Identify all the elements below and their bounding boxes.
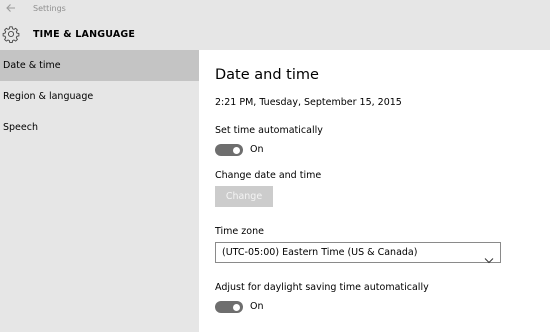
page-title: Date and time [215,67,319,83]
daylight-saving-label: Adjust for daylight saving time automati… [215,282,429,293]
set-time-automatically-label: Set time automatically [215,125,323,136]
sidebar-item-region-language[interactable]: Region & language [0,81,199,112]
change-button[interactable]: Change [215,186,273,207]
main-content: Date and time 2:21 PM, Tuesday, Septembe… [199,50,550,332]
gear-icon [2,25,20,44]
sidebar-item-speech[interactable]: Speech [0,112,199,143]
sidebar: Date & time Region & language Speech [0,50,199,332]
sidebar-item-date-time[interactable]: Date & time [0,50,199,81]
window-title: Settings [33,4,66,13]
chevron-down-icon [484,249,494,264]
back-arrow-icon[interactable] [4,2,18,16]
daylight-saving-toggle[interactable] [215,301,243,313]
page-header: TIME & LANGUAGE [0,20,550,50]
title-bar: Settings [0,0,550,20]
time-zone-select[interactable]: (UTC-05:00) Eastern Time (US & Canada) [215,242,501,264]
set-time-automatically-state: On [250,144,264,155]
section-title: TIME & LANGUAGE [33,29,136,40]
daylight-saving-state: On [250,301,264,312]
settings-window: Settings TIME & LANGUAGE Date & time Reg… [0,0,550,332]
toggle-knob [233,303,240,311]
time-zone-value: (UTC-05:00) Eastern Time (US & Canada) [222,247,418,258]
change-date-time-label: Change date and time [215,170,322,181]
time-zone-label: Time zone [215,226,264,237]
current-datetime: 2:21 PM, Tuesday, September 15, 2015 [215,97,402,108]
set-time-automatically-toggle[interactable] [215,144,243,156]
toggle-knob [233,146,240,154]
